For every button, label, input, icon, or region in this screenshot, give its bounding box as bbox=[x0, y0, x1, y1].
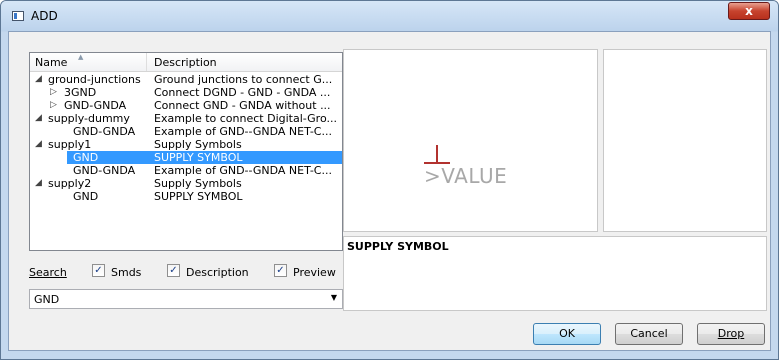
tree-row-name: GND bbox=[73, 190, 99, 203]
tree-row[interactable]: ◢ supply-dummy Example to connect Digita… bbox=[30, 112, 342, 125]
library-tree[interactable]: Name ▲ Description ◢ ground-junctions Gr… bbox=[29, 52, 343, 251]
tree-row[interactable]: ◢ supply1 Supply Symbols bbox=[30, 138, 342, 151]
cancel-button[interactable]: Cancel bbox=[615, 323, 683, 345]
add-dialog: ADD x Name ▲ Description ◢ ground-juncti… bbox=[0, 0, 779, 360]
preview-checkbox-label[interactable]: Preview bbox=[293, 266, 336, 279]
smds-checkbox[interactable]: ✓ bbox=[92, 264, 105, 277]
tree-row-name: ground-junctions bbox=[48, 73, 141, 86]
collapse-triangle-icon[interactable]: ◢ bbox=[35, 112, 42, 125]
tree-row[interactable]: ◢ supply2 Supply Symbols bbox=[30, 177, 342, 190]
column-header-name[interactable]: Name bbox=[35, 56, 67, 69]
window-title: ADD bbox=[31, 9, 58, 23]
tree-row-description: SUPPLY SYMBOL bbox=[154, 151, 243, 164]
description-checkbox-label[interactable]: Description bbox=[186, 266, 249, 279]
description-panel: SUPPLY SYMBOL bbox=[343, 236, 767, 311]
tree-row-description: Connect GND - GNDA without ... bbox=[154, 99, 331, 112]
tree-row-name: supply2 bbox=[48, 177, 92, 190]
dropdown-arrow-icon[interactable]: ▼ bbox=[331, 293, 337, 302]
ok-button[interactable]: OK bbox=[533, 323, 601, 345]
search-combobox[interactable]: GND ▼ bbox=[29, 289, 343, 309]
drop-button[interactable]: Drop bbox=[697, 323, 765, 345]
column-separator[interactable] bbox=[146, 53, 147, 71]
tree-row-description: Supply Symbols bbox=[154, 177, 242, 190]
tree-row-description: Example of GND--GNDA NET-C... bbox=[154, 125, 332, 138]
tree-row[interactable]: ▷ GND-GNDA Connect GND - GNDA without ..… bbox=[30, 99, 342, 112]
tree-row-name: GND-GNDA bbox=[73, 164, 136, 177]
tree-row-name: GND bbox=[73, 151, 99, 164]
tree-row-name: supply1 bbox=[48, 138, 92, 151]
collapse-triangle-icon[interactable]: ◢ bbox=[35, 73, 42, 86]
collapse-triangle-icon[interactable]: ◢ bbox=[35, 177, 42, 190]
column-header-description[interactable]: Description bbox=[154, 56, 217, 69]
package-preview bbox=[603, 49, 767, 232]
collapse-triangle-icon[interactable]: ◢ bbox=[35, 138, 42, 151]
symbol-preview: >VALUE bbox=[343, 49, 598, 232]
search-input[interactable]: GND bbox=[34, 293, 59, 306]
close-button[interactable]: x bbox=[728, 2, 770, 20]
preview-checkbox[interactable]: ✓ bbox=[274, 264, 287, 277]
tree-row[interactable]: GND-GNDA Example of GND--GNDA NET-C... bbox=[30, 125, 342, 138]
tree-row[interactable]: GND-GNDA Example of GND--GNDA NET-C... bbox=[30, 164, 342, 177]
tree-header: Name ▲ Description bbox=[30, 53, 342, 72]
tree-row-name: GND-GNDA bbox=[73, 125, 136, 138]
tree-row[interactable]: GND SUPPLY SYMBOL bbox=[30, 190, 342, 203]
description-checkbox[interactable]: ✓ bbox=[167, 264, 180, 277]
tree-row-name: GND-GNDA bbox=[64, 99, 127, 112]
dialog-body: Name ▲ Description ◢ ground-junctions Gr… bbox=[8, 31, 771, 351]
window-icon bbox=[12, 11, 24, 21]
search-label: Search bbox=[29, 266, 67, 279]
expand-triangle-icon[interactable]: ▷ bbox=[50, 99, 57, 112]
expand-triangle-icon[interactable]: ▷ bbox=[50, 86, 57, 99]
tree-row-selected[interactable]: GND SUPPLY SYMBOL bbox=[67, 151, 342, 164]
smds-checkbox-label[interactable]: Smds bbox=[111, 266, 141, 279]
tree-row-description: Example to connect Digital-Gro... bbox=[154, 112, 337, 125]
title-bar[interactable]: ADD x bbox=[1, 1, 778, 31]
symbol-value-label: >VALUE bbox=[424, 164, 508, 188]
tree-row[interactable]: ▷ 3GND Connect DGND - GND - GNDA ... bbox=[30, 86, 342, 99]
tree-row-name: 3GND bbox=[64, 86, 97, 99]
ground-symbol-stem bbox=[436, 145, 438, 163]
tree-row-name: supply-dummy bbox=[48, 112, 130, 125]
sort-ascending-icon: ▲ bbox=[78, 53, 84, 61]
description-text: SUPPLY SYMBOL bbox=[347, 240, 449, 253]
tree-row-description: Connect DGND - GND - GNDA ... bbox=[154, 86, 331, 99]
tree-row[interactable]: ◢ ground-junctions Ground junctions to c… bbox=[30, 73, 342, 86]
tree-row-description: SUPPLY SYMBOL bbox=[154, 190, 243, 203]
tree-row-description: Ground junctions to connect G... bbox=[154, 73, 333, 86]
tree-row-description: Supply Symbols bbox=[154, 138, 242, 151]
tree-row-description: Example of GND--GNDA NET-C... bbox=[154, 164, 332, 177]
